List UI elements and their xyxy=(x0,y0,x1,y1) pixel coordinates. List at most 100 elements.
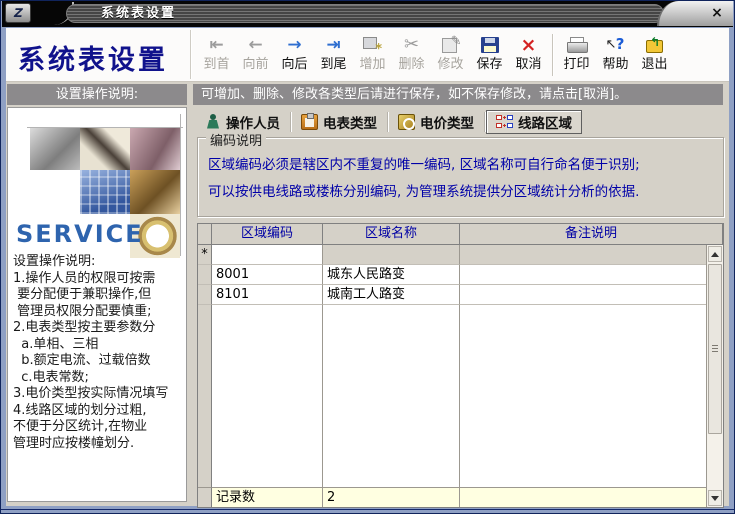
new-row-selector[interactable]: * xyxy=(198,245,212,265)
groupbox-note-line: 可以按供电线路或楼栋分别编码, 为管理系统提供分区域统计分析的依据. xyxy=(208,179,713,206)
table-row[interactable]: 8101城南工人路变 xyxy=(198,285,706,305)
pen-photo xyxy=(80,128,130,170)
table-cell[interactable]: 8001 xyxy=(212,265,323,285)
row-selector[interactable] xyxy=(198,285,212,305)
toolbar-button-label: 增加 xyxy=(359,56,385,74)
first-icon: ⇤ xyxy=(209,34,223,56)
sidebar-panel: SERVICE 设置操作说明: 1.操作人员的权限可按需 要分配便于兼职操作,但… xyxy=(7,107,187,502)
price-types-icon xyxy=(398,114,415,130)
delete-button: ✂删除 xyxy=(392,30,431,80)
toolbar-button-label: 保存 xyxy=(476,56,502,74)
toolbar: ⇤到首←向前→向后⇥到尾增加✂删除修改保存×取消打印帮助退出 xyxy=(197,30,674,80)
tab-separator xyxy=(484,112,485,132)
exit-button[interactable]: 退出 xyxy=(635,30,674,80)
paperclips-photo xyxy=(130,128,180,170)
tab-separator xyxy=(387,112,388,132)
save-button[interactable]: 保存 xyxy=(470,30,509,80)
delete-icon: ✂ xyxy=(404,34,419,56)
toolbar-button-label: 向后 xyxy=(281,56,307,74)
tab-meter-types[interactable]: 电表类型 xyxy=(292,110,386,134)
toolbar-separator xyxy=(552,34,553,76)
last-button[interactable]: ⇥到尾 xyxy=(314,30,353,80)
record-count-label: 记录数 xyxy=(212,487,323,507)
keyboard-photo xyxy=(80,170,130,214)
groupbox-title: 编码说明 xyxy=(206,130,266,149)
add-button: 增加 xyxy=(353,30,392,80)
new-row-note-cell[interactable] xyxy=(460,245,706,265)
scroll-up-button[interactable] xyxy=(708,246,722,262)
operation-instructions: 设置操作说明: 1.操作人员的权限可按需 要分配便于兼职操作,但 管理员权限分配… xyxy=(13,254,184,452)
save-icon xyxy=(481,34,499,56)
toolbar-button-label: 帮助 xyxy=(602,56,628,74)
column-header-note[interactable]: 备注说明 xyxy=(460,224,723,245)
tab-label: 操作人员 xyxy=(226,112,280,132)
table-cell[interactable] xyxy=(460,285,706,305)
grid-corner-cell xyxy=(198,224,212,245)
cancel-icon: × xyxy=(521,34,537,56)
table-cell[interactable]: 城东人民路变 xyxy=(323,265,460,285)
record-count-value: 2 xyxy=(323,487,460,507)
column-header-name[interactable]: 区域名称 xyxy=(323,224,460,245)
prev-icon: ← xyxy=(248,34,262,56)
column-header-code[interactable]: 区域编码 xyxy=(212,224,323,245)
toolbar-button-label: 到首 xyxy=(203,56,229,74)
exit-icon xyxy=(646,34,663,56)
main-panel: 操作人员 电表类型 电价类型 线路区域 编码说明 区域编码必须是辖区内不重复的唯一编码… xyxy=(193,107,730,508)
office-collage-image: SERVICE xyxy=(8,108,186,254)
scrollbar-thumb[interactable] xyxy=(708,264,722,434)
tab-label: 线路区域 xyxy=(518,112,572,132)
tab-line-areas[interactable]: 线路区域 xyxy=(486,110,582,134)
toolbar-button-label: 修改 xyxy=(437,56,463,74)
toolbar-button-label: 删除 xyxy=(398,56,424,74)
table-row[interactable]: 8001城东人民路变 xyxy=(198,265,706,285)
titlebar-pill: 系统表设置 xyxy=(66,4,664,23)
coding-note-groupbox: 编码说明 区域编码必须是辖区内不重复的唯一编码, 区域名称可自行命名便于识别;可… xyxy=(197,137,724,217)
table-cell[interactable]: 城南工人路变 xyxy=(323,285,460,305)
toolbar-button-label: 退出 xyxy=(641,56,667,74)
help-button[interactable]: 帮助 xyxy=(596,30,635,80)
prev-button: ←向前 xyxy=(236,30,275,80)
scroll-down-button[interactable] xyxy=(708,490,722,506)
next-icon: → xyxy=(287,34,301,56)
toolbar-button-label: 到尾 xyxy=(320,56,346,74)
grid-header-row: 区域编码 区域名称 备注说明 xyxy=(198,224,723,245)
groupbox-lines: 区域编码必须是辖区内不重复的唯一编码, 区域名称可自行命名便于识别;可以按供电线… xyxy=(198,138,723,206)
tab-label: 电表类型 xyxy=(323,112,377,132)
collage-vline xyxy=(180,114,181,256)
help-icon xyxy=(607,34,625,56)
message-bar: 可增加、删除、修改各类型后请进行保存，如不保存修改，请点击[取消]。 xyxy=(193,84,723,105)
stapler-photo xyxy=(30,128,80,170)
scroll-down-icon xyxy=(711,496,719,501)
add-icon xyxy=(363,34,382,56)
record-count-row: 记录数 2 xyxy=(198,487,706,507)
tab-separator xyxy=(290,112,291,132)
new-record-row: * xyxy=(198,245,706,265)
pens-photo xyxy=(130,170,180,214)
groupbox-note-line: 区域编码必须是辖区内不重复的唯一编码, 区域名称可自行命名便于识别; xyxy=(208,152,713,179)
row-selector[interactable] xyxy=(198,265,212,285)
vertical-scrollbar[interactable] xyxy=(706,245,723,507)
close-icon[interactable]: × xyxy=(708,5,726,22)
meter-types-icon xyxy=(301,114,318,130)
tab-label: 电价类型 xyxy=(420,112,474,132)
app-logo-icon: Z xyxy=(5,3,31,23)
scroll-up-icon xyxy=(711,252,719,257)
sidebar-caption-bar: 设置操作说明: xyxy=(7,84,187,105)
table-cell[interactable]: 8101 xyxy=(212,285,323,305)
print-button[interactable]: 打印 xyxy=(557,30,596,80)
table-cell[interactable] xyxy=(460,265,706,285)
modify-button: 修改 xyxy=(431,30,470,80)
tab-price-types[interactable]: 电价类型 xyxy=(389,110,483,134)
print-icon xyxy=(567,34,586,56)
cancel-button[interactable]: ×取消 xyxy=(509,30,548,80)
operators-icon xyxy=(204,114,221,130)
titlebar-right-cap: × xyxy=(657,1,733,26)
toolbar-button-label: 向前 xyxy=(242,56,268,74)
next-button[interactable]: →向后 xyxy=(275,30,314,80)
new-row-code-cell[interactable] xyxy=(212,245,323,265)
app-window: Z 系统表设置 × 系统表设置 ⇤到首←向前→向后⇥到尾增加✂删除修改保存×取消… xyxy=(0,0,735,514)
page-title: 系统表设置 xyxy=(18,38,168,77)
modify-icon xyxy=(442,34,460,56)
first-button: ⇤到首 xyxy=(197,30,236,80)
new-row-name-cell[interactable] xyxy=(323,245,460,265)
